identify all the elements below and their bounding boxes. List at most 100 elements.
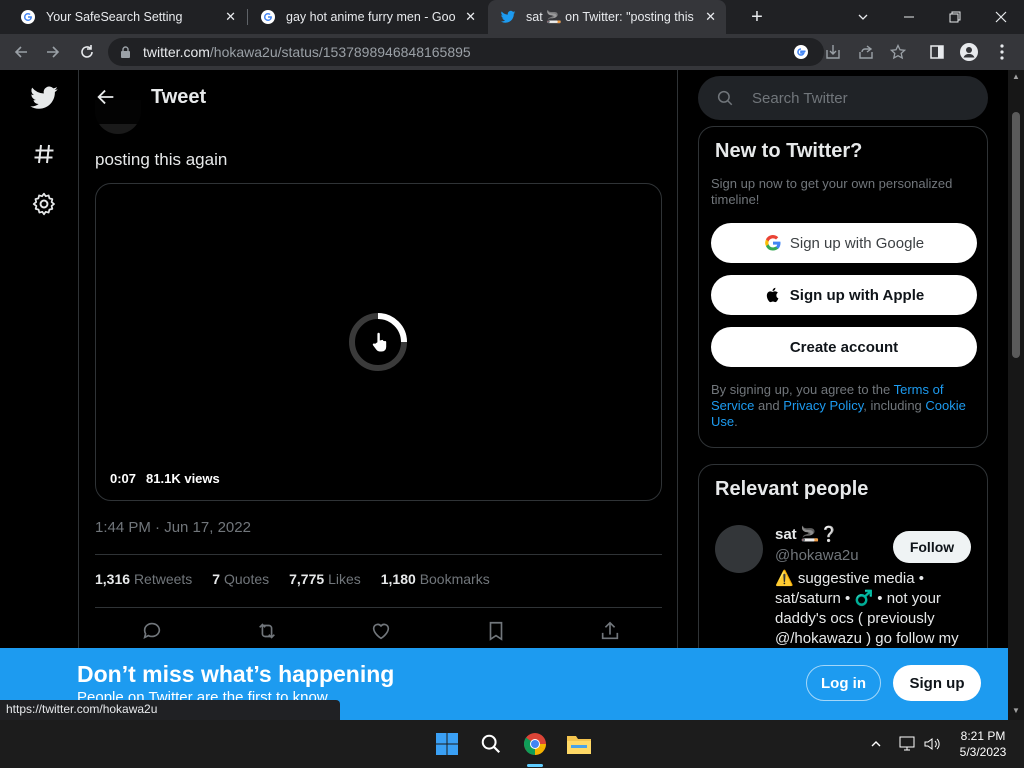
- tweet-actions: [141, 620, 621, 642]
- share-icon[interactable]: [599, 620, 621, 642]
- minimize-icon[interactable]: [886, 0, 932, 34]
- file-explorer-icon[interactable]: [565, 730, 593, 758]
- reload-icon[interactable]: [76, 41, 98, 63]
- url-host: twitter.com: [143, 44, 210, 60]
- address-bar[interactable]: twitter.com/hokawa2u/status/153789894684…: [108, 38, 824, 66]
- person-name[interactable]: sat 🚬❔: [775, 525, 838, 543]
- profile-icon[interactable]: [958, 41, 980, 63]
- lock-icon: [121, 45, 130, 58]
- google-g-icon: [765, 234, 781, 251]
- stat-quotes[interactable]: 7 Quotes: [212, 571, 269, 587]
- active-app-indicator: [527, 764, 543, 767]
- new-tab-button[interactable]: +: [734, 0, 780, 34]
- tab-twitter[interactable]: sat 🚬 on Twitter: "posting this a ✕: [488, 0, 726, 34]
- stat-bookmarks[interactable]: 1,180 Bookmarks: [381, 571, 490, 587]
- video-views: 81.1K views: [146, 471, 220, 486]
- side-panel-icon[interactable]: [926, 41, 948, 63]
- stat-retweets[interactable]: 1,316 Retweets: [95, 571, 192, 587]
- scroll-down-icon[interactable]: ▼: [1011, 706, 1021, 716]
- bookmark-star-icon[interactable]: [887, 41, 909, 63]
- apple-icon: [766, 287, 779, 303]
- left-nav: [0, 70, 78, 720]
- twitter-logo-icon[interactable]: [28, 82, 60, 114]
- tab-google-search[interactable]: gay hot anime furry men - Googl ✕: [248, 0, 486, 34]
- new-to-twitter-card: New to Twitter? Sign up now to get your …: [698, 126, 988, 448]
- tab-title: gay hot anime furry men - Googl: [286, 10, 456, 24]
- video-meta: 0:07 81.1K views: [110, 471, 230, 486]
- twitter-page: Tweet posting this again 0:07 81.1K views…: [0, 70, 1024, 720]
- banner-title: Don’t miss what’s happening: [77, 661, 395, 687]
- search-placeholder: Search Twitter: [752, 89, 848, 107]
- bookmark-icon[interactable]: [485, 620, 507, 642]
- close-tab-icon[interactable]: ✕: [465, 9, 476, 25]
- retweet-icon[interactable]: [256, 620, 278, 642]
- video-player[interactable]: 0:07 81.1K views: [95, 183, 662, 501]
- volume-icon[interactable]: [922, 734, 942, 754]
- search-icon[interactable]: [477, 730, 505, 758]
- loading-spinner-icon: [349, 313, 407, 371]
- signup-button[interactable]: Sign up: [893, 665, 981, 701]
- button-label: Create account: [789, 338, 899, 356]
- stat-likes[interactable]: 7,775 Likes: [289, 571, 361, 587]
- windows-start-icon[interactable]: [433, 730, 461, 758]
- scrollbar-track: ▼: [1008, 648, 1024, 720]
- tweet-timestamp[interactable]: 1:44 PM · Jun 17, 2022: [95, 519, 251, 536]
- tweet-stats: 1,316 Retweets 7 Quotes 7,775 Likes 1,18…: [95, 571, 510, 587]
- video-duration: 0:07: [110, 471, 137, 486]
- system-clock[interactable]: 8:21 PM 5/3/2023: [948, 728, 1018, 760]
- tab-title: Your SafeSearch Setting: [46, 10, 183, 24]
- signup-apple-button[interactable]: Sign up with Apple: [711, 275, 977, 315]
- scroll-thumb[interactable]: [1012, 112, 1020, 358]
- close-window-icon[interactable]: [978, 0, 1024, 34]
- tweet-text: posting this again: [95, 150, 228, 169]
- reply-icon[interactable]: [141, 620, 163, 642]
- scroll-up-icon[interactable]: ▲: [1011, 72, 1021, 82]
- page-title: Tweet: [151, 85, 207, 108]
- tab-safesearch[interactable]: Your SafeSearch Setting ✕: [8, 0, 246, 34]
- search-icon: [717, 90, 733, 106]
- install-icon[interactable]: [822, 41, 844, 63]
- status-bar-url: https://twitter.com/hokawa2u: [0, 700, 340, 720]
- follow-button[interactable]: Follow: [893, 531, 971, 563]
- explore-hashtag-icon[interactable]: [28, 138, 60, 170]
- divider: [95, 554, 662, 555]
- button-label: Sign up with Apple: [789, 286, 925, 304]
- right-sidebar: Search Twitter New to Twitter? Sign up n…: [698, 70, 988, 720]
- tweet-column: Tweet posting this again 0:07 81.1K views…: [78, 70, 678, 720]
- card-title: Relevant people: [715, 478, 869, 500]
- menu-dots-icon[interactable]: [991, 41, 1013, 63]
- close-tab-icon[interactable]: ✕: [225, 9, 236, 25]
- network-icon[interactable]: [898, 734, 918, 754]
- button-label: Sign up with Google: [789, 234, 925, 252]
- settings-gear-icon[interactable]: [28, 188, 60, 220]
- page-scrollbar[interactable]: ▲: [1008, 70, 1024, 720]
- close-tab-icon[interactable]: ✕: [705, 9, 716, 25]
- windows-taskbar: 8:21 PM 5/3/2023: [0, 720, 1024, 768]
- restore-icon[interactable]: [932, 0, 978, 34]
- person-handle[interactable]: @hokawa2u: [775, 547, 859, 564]
- tweet-header: Tweet: [79, 70, 677, 124]
- forward-icon[interactable]: [42, 41, 64, 63]
- like-heart-icon[interactable]: [370, 620, 392, 642]
- share-icon[interactable]: [855, 41, 877, 63]
- divider: [95, 607, 662, 608]
- create-account-button[interactable]: Create account: [711, 327, 977, 367]
- back-arrow-icon[interactable]: [95, 86, 117, 108]
- google-icon: [21, 10, 35, 24]
- tab-title: sat 🚬 on Twitter: "posting this a: [526, 9, 696, 24]
- search-input[interactable]: Search Twitter: [698, 76, 988, 120]
- clock-date: 5/3/2023: [959, 745, 1007, 759]
- privacy-link[interactable]: Privacy Policy: [783, 398, 863, 413]
- avatar[interactable]: [715, 525, 763, 573]
- login-button[interactable]: Log in: [806, 665, 881, 701]
- chrome-icon[interactable]: [521, 730, 549, 758]
- url-path: /hokawa2u/status/1537898946848165895: [209, 44, 471, 60]
- tray-overflow-icon[interactable]: [866, 734, 886, 754]
- tab-search-icon[interactable]: [840, 0, 886, 34]
- clock-time: 8:21 PM: [960, 729, 1006, 743]
- browser-tab-strip: Your SafeSearch Setting ✕ gay hot anime …: [0, 0, 1024, 34]
- google-lens-icon[interactable]: [790, 41, 812, 63]
- signup-google-button[interactable]: Sign up with Google: [711, 223, 977, 263]
- back-icon[interactable]: [10, 41, 32, 63]
- card-title: New to Twitter?: [715, 140, 863, 162]
